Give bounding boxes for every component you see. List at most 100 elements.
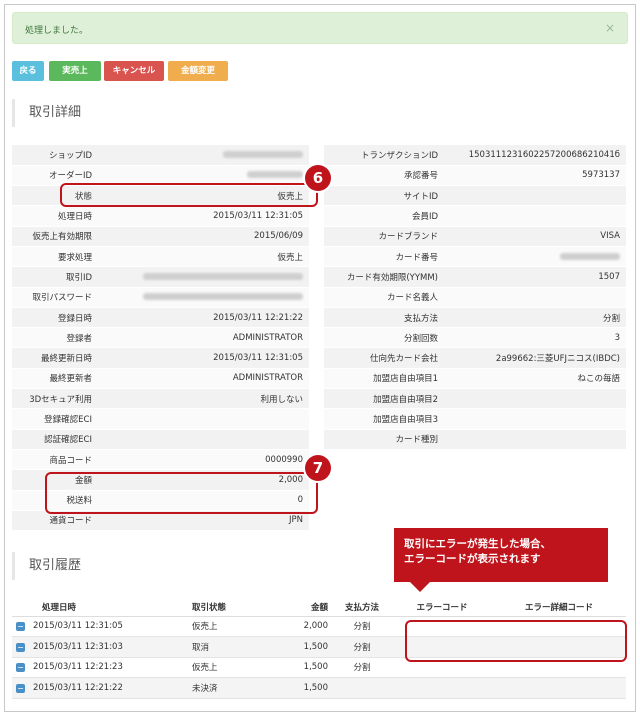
detail-value: ADMINISTRATOR [98, 368, 309, 390]
detail-value [444, 205, 626, 227]
col-amount: 金額 [272, 598, 332, 617]
detail-value: 仮売上 [98, 246, 309, 268]
error-code-highlight [405, 620, 627, 662]
detail-key: 会員ID [324, 205, 444, 227]
history-amount: 2,000 [272, 616, 332, 638]
detail-key: 商品コード [12, 449, 98, 471]
expand-icon[interactable]: − [16, 663, 25, 673]
col-error: エラーコード [392, 598, 492, 617]
detail-value [444, 287, 626, 308]
history-date: −2015/03/11 12:21:23 [12, 657, 172, 679]
detail-key: 加盟店自由項目1 [324, 368, 444, 390]
detail-key: 処理日時 [12, 205, 98, 227]
history-row: −2015/03/11 12:21:22 未決済 1,500 [12, 677, 626, 699]
detail-key: カード有効期限(YYMM) [324, 266, 444, 288]
detail-key: 承認番号 [324, 165, 444, 187]
detail-value: 0000990 [98, 449, 309, 471]
amount-highlight [45, 472, 318, 514]
detail-value: 150311123160225720068621041б [444, 145, 626, 166]
error-callout: 取引にエラーが発生した場合、 エラーコードが表示されます [394, 528, 608, 582]
close-icon[interactable]: × [605, 21, 615, 35]
history-status: 未決済 [172, 677, 272, 699]
redacted-value [143, 272, 303, 280]
detail-row: 承認番号 5973137 [324, 165, 626, 187]
expand-icon[interactable]: − [16, 642, 25, 652]
detail-row: カード名義人 [324, 287, 626, 308]
detail-key: カード番号 [324, 246, 444, 268]
back-button[interactable]: 戻る [12, 61, 44, 81]
detail-row: 3Dセキュア利用 利用しない [12, 388, 309, 410]
status-highlight [60, 183, 318, 207]
history-status: 仮売上 [172, 657, 272, 679]
detail-key: ショップID [12, 145, 98, 166]
detail-row: カード有効期限(YYMM) 1507 [324, 266, 626, 288]
detail-row: 登録確認ECI [12, 408, 309, 430]
detail-row: 登録者 ADMINISTRATOR [12, 327, 309, 349]
detail-key: カード名義人 [324, 287, 444, 308]
expand-icon[interactable]: − [16, 684, 25, 694]
detail-key: 支払方法 [324, 307, 444, 329]
annotation-badge-7: 7 [305, 455, 331, 481]
detail-row: 分割回数 3 [324, 327, 626, 349]
callout-tail [410, 582, 430, 592]
detail-key: 3Dセキュア利用 [12, 388, 98, 410]
history-date-text: 2015/03/11 12:31:05 [33, 621, 123, 632]
detail-key: 取引パスワード [12, 287, 98, 308]
callout-line-1: 取引にエラーが発生した場合、 [404, 538, 551, 550]
history-error-code [392, 677, 492, 699]
history-method: 分割 [332, 616, 392, 638]
detail-value: 2015/06/09 [98, 226, 309, 247]
history-date-text: 2015/03/11 12:21:22 [33, 683, 123, 694]
detail-row: 要求処理 仮売上 [12, 246, 309, 268]
success-alert: 処理しました。 × [12, 12, 628, 44]
history-method [332, 677, 392, 699]
detail-value: ADMINISTRATOR [98, 327, 309, 349]
detail-key: 最終更新日時 [12, 347, 98, 369]
detail-value: ねこの毎語 [444, 368, 626, 390]
history-amount: 1,500 [272, 657, 332, 679]
history-status: 仮売上 [172, 616, 272, 638]
detail-value: 2015/03/11 12:21:22 [98, 307, 309, 329]
detail-key: 要求処理 [12, 246, 98, 268]
detail-row: カード種別 [324, 429, 626, 450]
detail-row: 仕向先カード会社 2a99662:三菱UFJニコス(IBDC) [324, 347, 626, 369]
history-error-detail [492, 677, 626, 699]
detail-key: カード種別 [324, 429, 444, 450]
detail-value [444, 185, 626, 207]
detail-key: 最終更新者 [12, 368, 98, 390]
history-method: 分割 [332, 657, 392, 679]
detail-key: 仮売上有効期限 [12, 226, 98, 247]
detail-value [444, 429, 626, 450]
detail-row: サイトID [324, 185, 626, 207]
detail-title: 取引詳細 [12, 99, 624, 127]
history-status: 取消 [172, 636, 272, 658]
col-date: 処理日時 [12, 598, 172, 617]
detail-key: 登録者 [12, 327, 98, 349]
history-date: −2015/03/11 12:31:03 [12, 636, 172, 658]
detail-row: 登録日時 2015/03/11 12:21:22 [12, 307, 309, 329]
detail-value: 3 [444, 327, 626, 349]
redacted-value [560, 252, 620, 260]
history-amount: 1,500 [272, 677, 332, 699]
col-method: 支払方法 [332, 598, 392, 617]
detail-row: 最終更新者 ADMINISTRATOR [12, 368, 309, 390]
detail-row: カードブランド VISA [324, 226, 626, 247]
detail-key: 加盟店自由項目3 [324, 408, 444, 430]
detail-table-right: トランザクションID 150311123160225720068621041б 承認… [324, 145, 626, 450]
cancel-button[interactable]: キャンセル [104, 61, 164, 81]
detail-value: 5973137 [444, 165, 626, 187]
detail-row: 取引ID [12, 266, 309, 288]
detail-row: 最終更新日時 2015/03/11 12:31:05 [12, 347, 309, 369]
detail-value [444, 388, 626, 410]
sale-button[interactable]: 実売上 [49, 61, 101, 81]
expand-icon[interactable]: − [16, 622, 25, 632]
annotation-badge-6: 6 [305, 165, 331, 191]
detail-row: 商品コード 0000990 [12, 449, 309, 471]
detail-key: 認証確認ECI [12, 429, 98, 450]
detail-value [98, 145, 309, 166]
detail-value: 2015/03/11 12:31:05 [98, 347, 309, 369]
detail-key: 取引ID [12, 266, 98, 288]
amount-change-button[interactable]: 金額変更 [168, 61, 228, 81]
detail-row: 認証確認ECI [12, 429, 309, 450]
redacted-value [143, 293, 303, 301]
